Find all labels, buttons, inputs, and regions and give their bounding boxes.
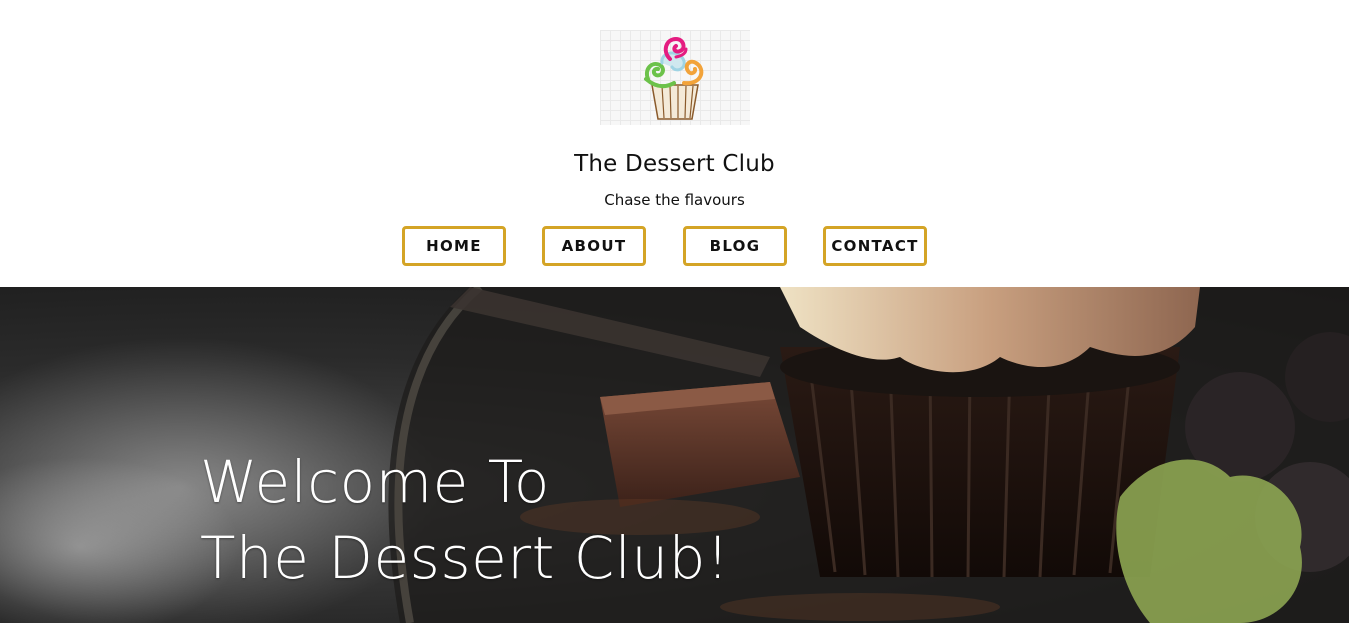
nav-contact-button[interactable]: CONTACT xyxy=(823,226,927,266)
site-title[interactable]: The Dessert Club xyxy=(0,151,1349,177)
site-tagline: Chase the flavours xyxy=(604,191,745,209)
hero-heading-line-1: Welcome To xyxy=(200,448,550,516)
hero-banner: Welcome To The Dessert Club! xyxy=(0,287,1349,623)
hero-heading-line-2: The Dessert Club! xyxy=(200,524,730,592)
main-navigation: HOME ABOUT BLOG CONTACT xyxy=(0,226,1349,266)
cupcake-logo-icon xyxy=(644,36,704,120)
hero-heading: Welcome To The Dessert Club! xyxy=(200,444,730,596)
nav-home-button[interactable]: HOME xyxy=(402,226,506,266)
nav-about-button[interactable]: ABOUT xyxy=(542,226,646,266)
site-header: The Dessert Club Chase the flavours HOME… xyxy=(0,0,1349,287)
nav-blog-button[interactable]: BLOG xyxy=(683,226,787,266)
site-logo[interactable] xyxy=(600,30,750,125)
